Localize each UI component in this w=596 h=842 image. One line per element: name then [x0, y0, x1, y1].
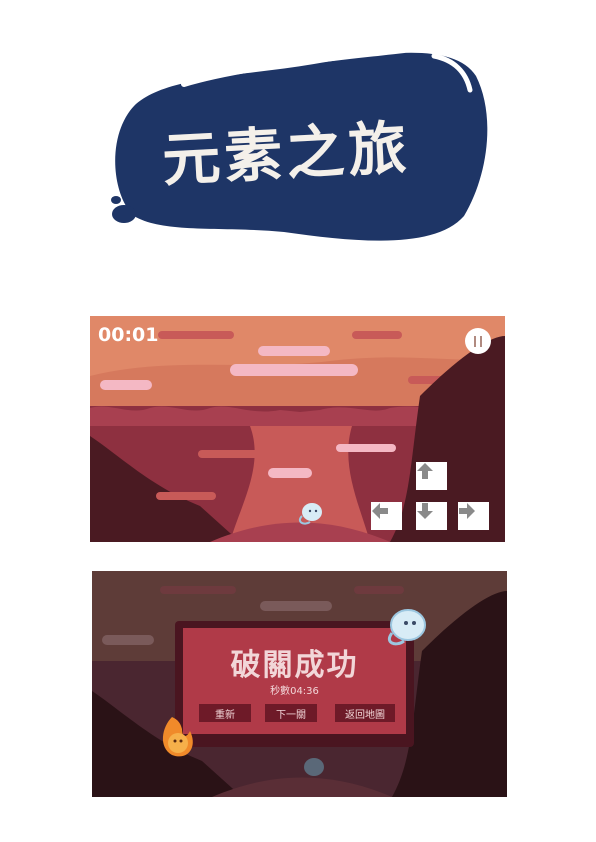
- move-up-button[interactable]: [416, 462, 447, 490]
- pause-button[interactable]: [465, 328, 491, 354]
- logo-title: 元素之旅: [160, 113, 412, 195]
- water-spirit-icon: [387, 609, 426, 646]
- move-left-button[interactable]: [371, 502, 402, 530]
- level-screen: 00:01: [90, 316, 505, 542]
- level-timer: 00:01: [98, 324, 159, 346]
- game-logo: 元素之旅: [104, 36, 496, 248]
- move-down-button[interactable]: [416, 502, 447, 530]
- victory-characters: [162, 609, 426, 757]
- right-arrow-icon: [459, 503, 475, 519]
- up-arrow-icon: [417, 463, 433, 479]
- move-right-button[interactable]: [458, 502, 489, 530]
- down-arrow-icon: [417, 503, 433, 519]
- left-arrow-icon: [372, 503, 388, 519]
- fire-spirit-icon: [162, 717, 193, 757]
- victory-screen: 破關成功 秒數04:36 重新 下一關 返回地圖: [92, 571, 507, 797]
